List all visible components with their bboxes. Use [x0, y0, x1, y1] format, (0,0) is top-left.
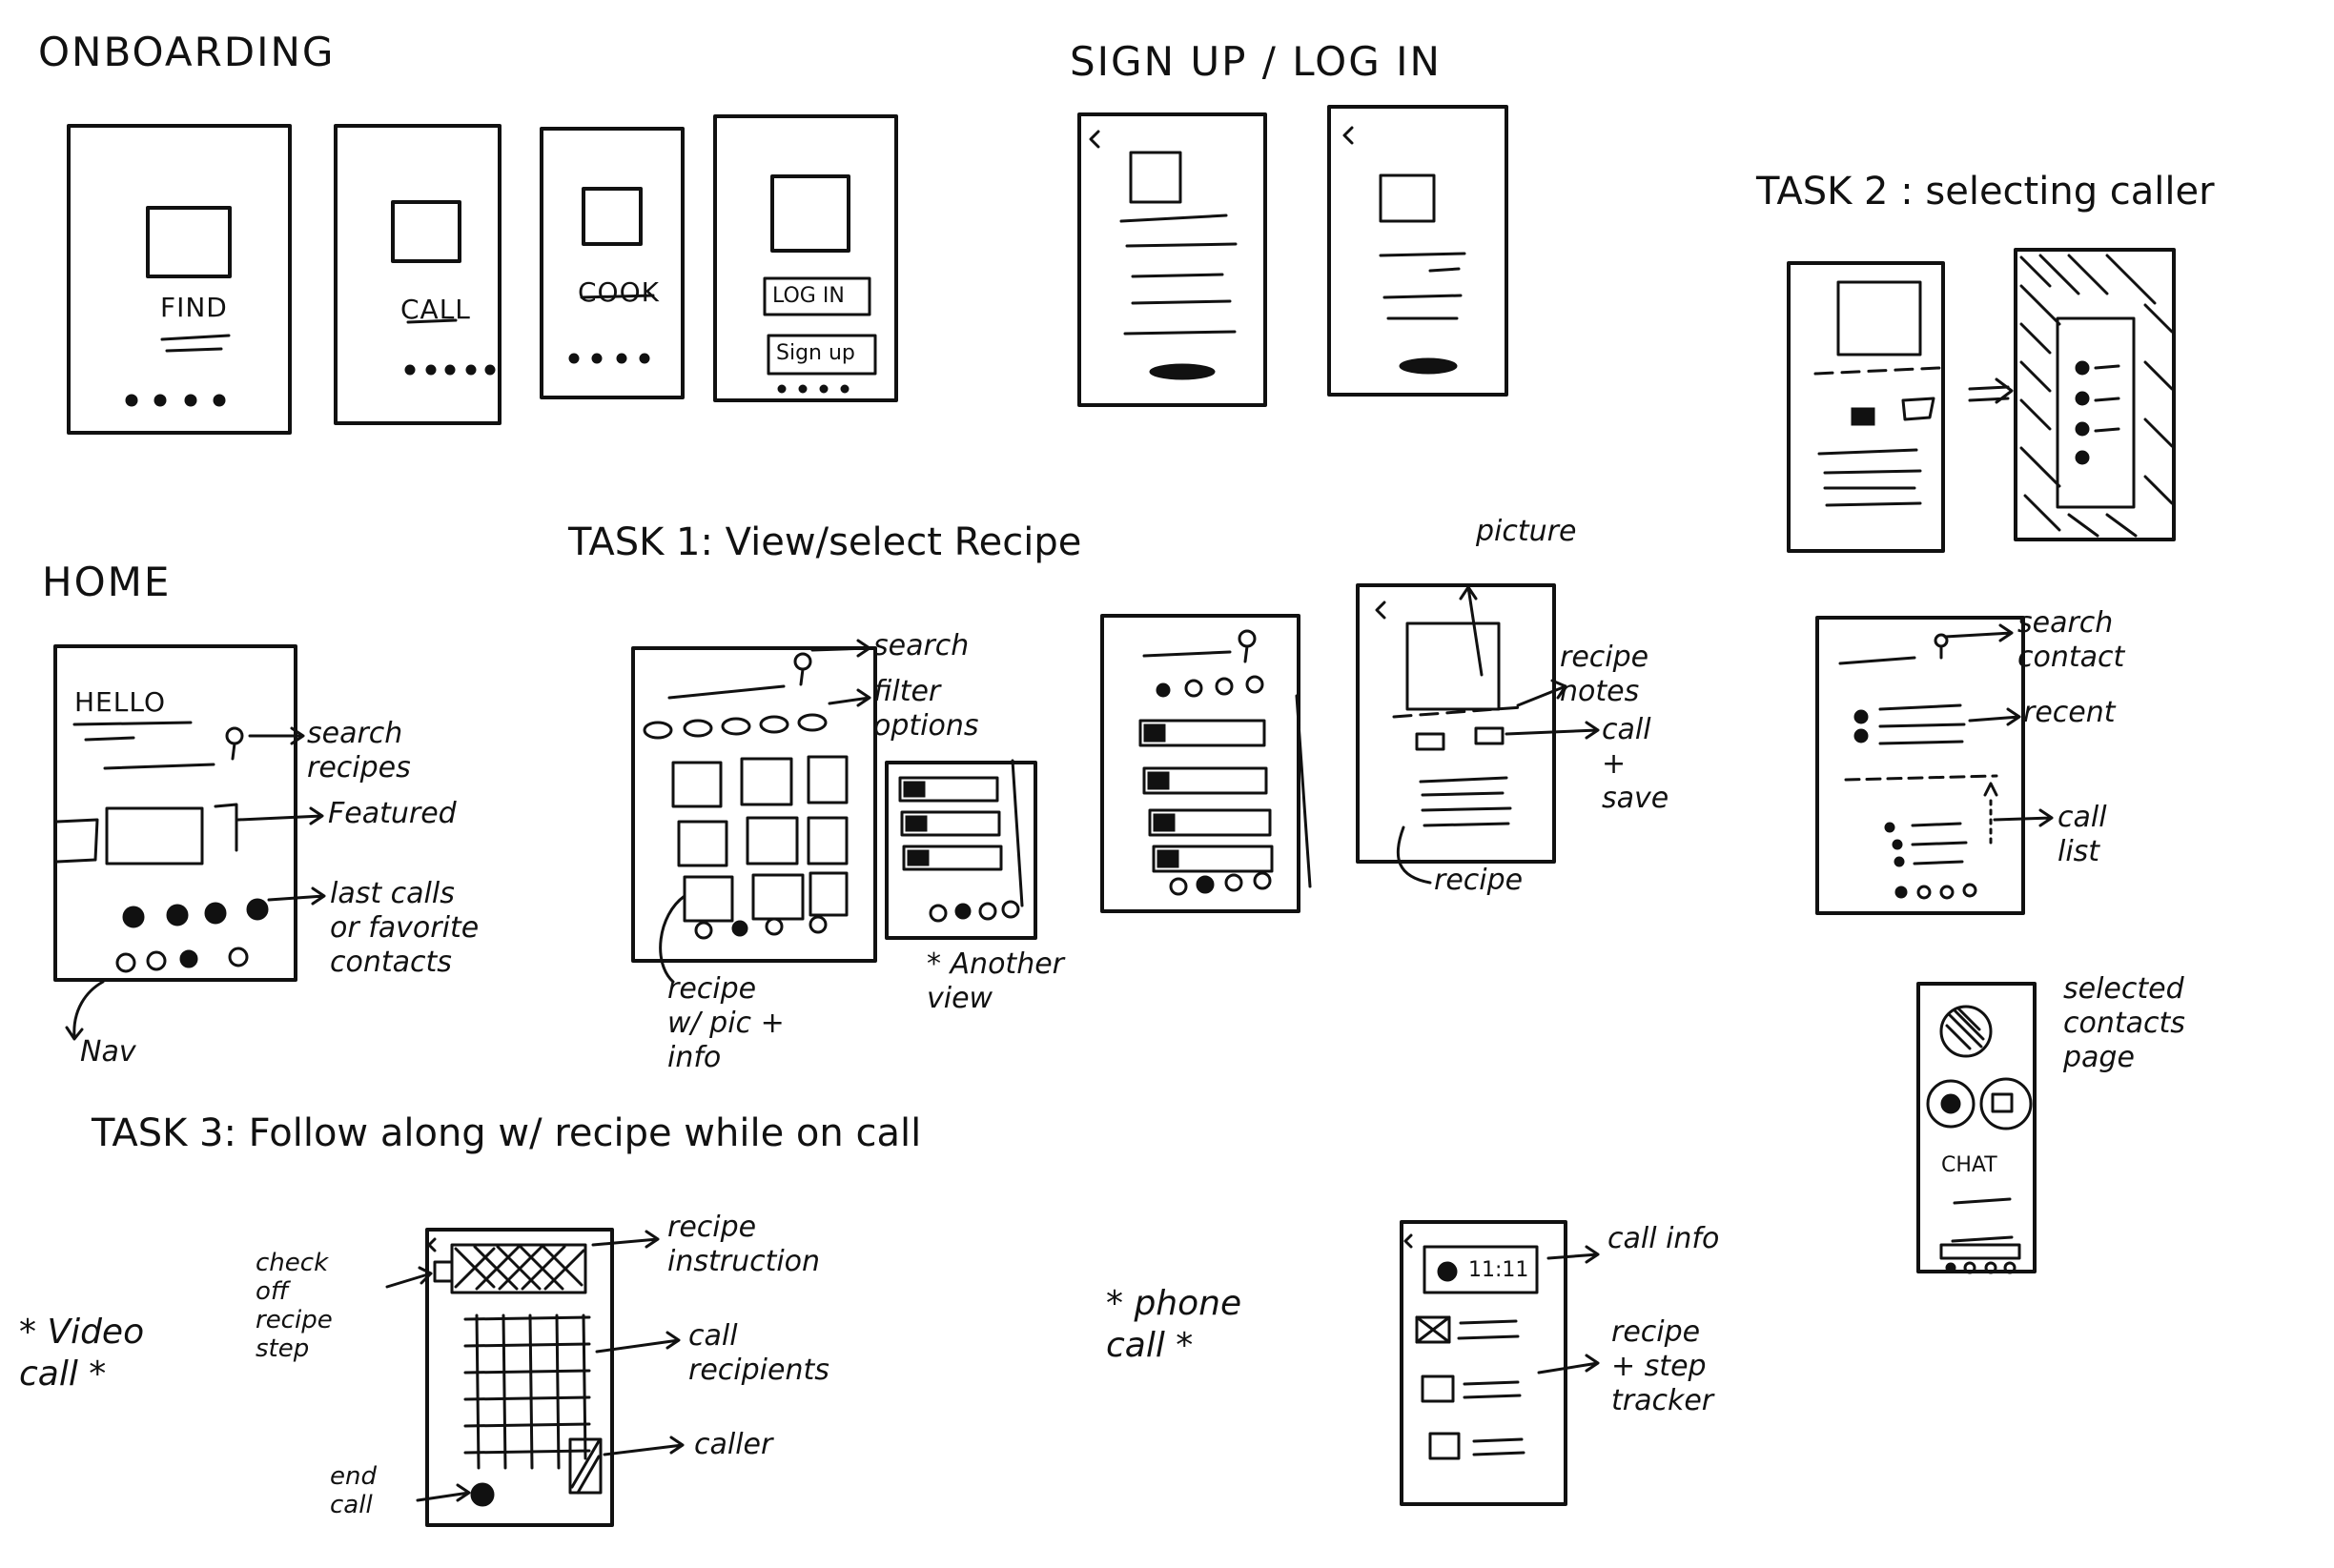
check-off-note: check off recipe step [256, 1249, 333, 1363]
home-heading: HOME [42, 559, 172, 605]
video-call-note: * Video call * [19, 1313, 145, 1394]
search-contact-note: search contact [2017, 606, 2125, 674]
last-calls-note: last calls or favorite contacts [330, 877, 480, 979]
selected-contacts-note: selected contacts page [2063, 972, 2185, 1074]
task2-frames [1787, 248, 2176, 1274]
sketch-canvas: ONBOARDING SIGN UP / LOG IN TASK 2 : sel… [0, 0, 2334, 1564]
chat-label: CHAT [1941, 1153, 1997, 1177]
task3-frames [425, 1220, 1567, 1527]
call-timer: 11:11 [1468, 1258, 1529, 1282]
recipe-note: recipe [1434, 864, 1524, 897]
call-save-note: call + save [1602, 713, 1669, 815]
call-info-note: call info [1607, 1222, 1720, 1255]
signup-heading: SIGN UP / LOG IN [1070, 38, 1442, 85]
nav-note: Nav [80, 1035, 136, 1069]
signup-frames [1077, 105, 1508, 407]
task1-search-note: search [873, 629, 970, 662]
onboarding-frames [67, 114, 898, 435]
find-label: FIND [160, 292, 228, 323]
login-button-label: LOG IN [772, 284, 845, 308]
another-view-note: * Another view [927, 947, 1064, 1015]
featured-note: Featured [328, 797, 457, 830]
recipe-pic-info-note: recipe w/ pic + info [667, 972, 785, 1074]
call-label: CALL [400, 294, 471, 325]
task3-heading: TASK 3: Follow along w/ recipe while on … [92, 1111, 922, 1155]
search-recipes-note: search recipes [307, 717, 411, 784]
signup-button-label: Sign up [776, 341, 855, 365]
filter-options-note: filter options [873, 675, 979, 743]
hello-label: HELLO [74, 686, 166, 718]
end-call-note: end call [330, 1462, 377, 1519]
recent-note: recent [2023, 696, 2116, 729]
call-recipients-note: call recipients [688, 1319, 829, 1387]
onboarding-heading: ONBOARDING [38, 29, 336, 75]
picture-note: picture [1476, 515, 1577, 548]
recipe-step-tracker-note: recipe + step tracker [1611, 1315, 1714, 1417]
cook-label: COOK [578, 276, 660, 308]
call-list-note: call list [2058, 801, 2107, 868]
recipe-notes-note: recipe notes [1560, 641, 1649, 708]
caller-note: caller [694, 1428, 773, 1461]
task1-frames [631, 583, 1556, 984]
task1-heading: TASK 1: View/select Recipe [568, 520, 1082, 564]
phone-call-note: * phone call * [1106, 1284, 1242, 1365]
recipe-instruction-note: recipe instruction [667, 1211, 821, 1278]
task2-heading: TASK 2 : selecting caller [1756, 170, 2215, 214]
